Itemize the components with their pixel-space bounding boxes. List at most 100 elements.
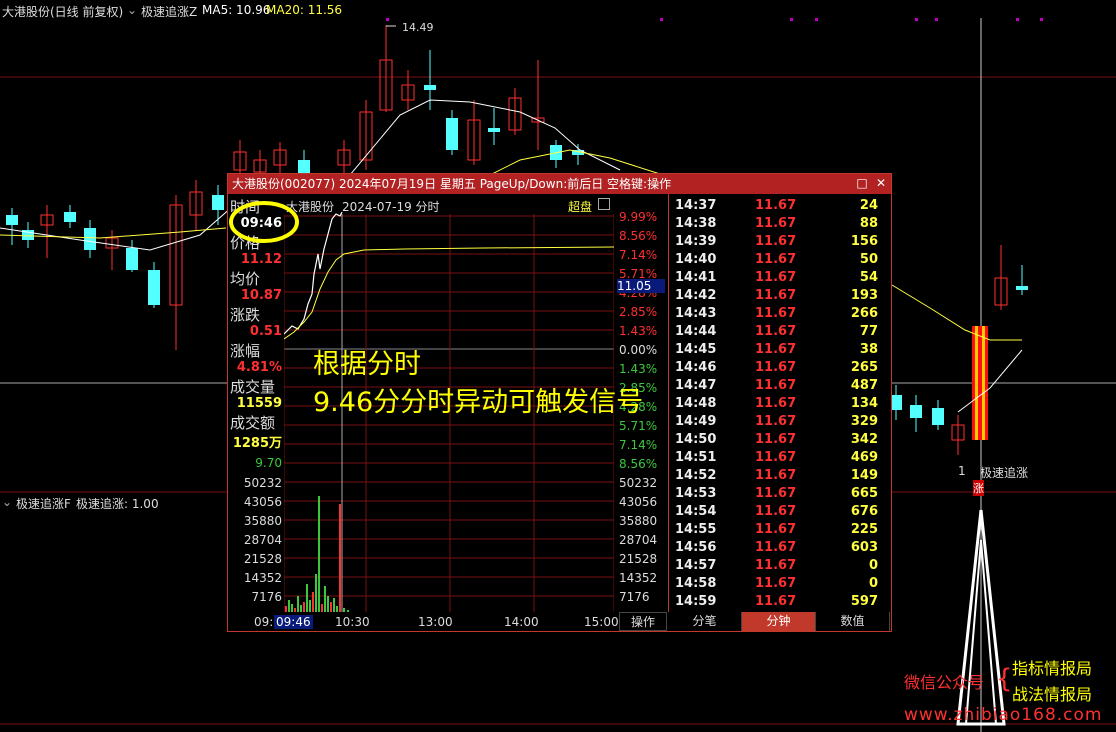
candle-body	[910, 405, 922, 418]
amount-label: 成交额	[230, 414, 276, 432]
signal-prefix: 1	[958, 464, 966, 478]
tick-row[interactable]: 14:56 11.67 603	[669, 540, 892, 558]
tab-shuzhi[interactable]: 数值	[816, 612, 890, 631]
tick-price: 11.67	[755, 288, 797, 303]
tick-price: 11.67	[755, 522, 797, 537]
volume-axis-label: 43056	[619, 495, 658, 509]
tick-time: 14:49	[675, 414, 717, 429]
tick-row[interactable]: 14:57 11.67 0	[669, 558, 892, 576]
tick-time: 14:40	[675, 252, 717, 267]
settings-icon[interactable]	[598, 198, 610, 210]
tick-time: 14:38	[675, 216, 717, 231]
amount-value: 1285万	[232, 436, 282, 451]
tick-row[interactable]: 14:47 11.67 487	[669, 378, 892, 396]
time-axis-label: 13:00	[418, 615, 453, 629]
tick-time: 14:53	[675, 486, 717, 501]
candle-body	[424, 85, 436, 90]
tick-volume: 156	[850, 234, 878, 249]
chart-tag[interactable]: 超盘	[568, 198, 592, 215]
volume-axis-label: 35880	[243, 514, 282, 528]
percent-axis-label: 2.85%	[619, 305, 658, 319]
tick-row[interactable]: 14:41 11.67 54	[669, 270, 892, 288]
tab-fenbi[interactable]: 分笔	[668, 612, 742, 631]
tick-list[interactable]: 14:37 11.67 24 14:38 11.67 88 14:39 11.67 156 14:…	[668, 194, 892, 612]
tick-row[interactable]: 14:54 11.67 676	[669, 504, 892, 522]
tick-time: 14:50	[675, 432, 717, 447]
percent-axis-label: 9.99%	[619, 210, 658, 224]
ma5-value: MA5: 10.96	[202, 3, 271, 17]
tick-price: 11.67	[755, 414, 797, 429]
tick-time: 14:42	[675, 288, 717, 303]
volume-axis-label: 7176	[251, 590, 282, 604]
tick-row[interactable]: 14:44 11.67 77	[669, 324, 892, 342]
tick-volume: 469	[850, 450, 878, 465]
tick-time: 14:47	[675, 378, 717, 393]
sub-indicator-name[interactable]: 极速追涨F	[16, 495, 71, 512]
tick-time: 14:57	[675, 558, 717, 573]
chevron-down-icon[interactable]: ⌄	[2, 495, 12, 509]
tick-price: 11.67	[755, 450, 797, 465]
marker-dot	[915, 18, 918, 21]
tick-tabs[interactable]: 分笔 分钟 数值	[668, 612, 891, 632]
close-icon[interactable]: ✕	[875, 177, 887, 189]
tick-time: 14:48	[675, 396, 717, 411]
crosshair-time-label: 09:46	[274, 615, 313, 629]
tick-row[interactable]: 14:52 11.67 149	[669, 468, 892, 486]
signal-char: 涨	[973, 480, 984, 496]
tick-price: 11.67	[755, 198, 797, 213]
ma5-line	[957, 349, 1023, 413]
tick-price: 11.67	[755, 360, 797, 375]
tick-price: 11.67	[755, 342, 797, 357]
tick-row[interactable]: 14:49 11.67 329	[669, 414, 892, 432]
tick-row[interactable]: 14:37 11.67 24	[669, 198, 892, 216]
tick-row[interactable]: 14:42 11.67 193	[669, 288, 892, 306]
tick-time: 14:46	[675, 360, 717, 375]
candle-body	[446, 118, 458, 150]
tick-volume: 149	[850, 468, 878, 483]
price-marker: 11.05	[617, 279, 665, 293]
tick-row[interactable]: 14:50 11.67 342	[669, 432, 892, 450]
tick-volume: 329	[850, 414, 878, 429]
tick-row[interactable]: 14:40 11.67 50	[669, 252, 892, 270]
percent-axis-label: 7.14%	[619, 248, 658, 262]
tab-fenzhong[interactable]: 分钟	[742, 612, 816, 631]
candle-body	[488, 128, 500, 132]
tick-row[interactable]: 14:55 11.67 225	[669, 522, 892, 540]
chevron-down-icon[interactable]: ⌄	[127, 3, 137, 17]
tick-row[interactable]: 14:45 11.67 38	[669, 342, 892, 360]
pct-label: 涨幅	[230, 342, 261, 360]
tick-row[interactable]: 14:53 11.67 665	[669, 486, 892, 504]
tick-price: 11.67	[755, 576, 797, 591]
volume-label: 成交量	[230, 378, 276, 396]
percent-axis-label: 8.56%	[619, 229, 658, 243]
brand-1: 指标情报局	[1012, 659, 1093, 678]
tick-row[interactable]: 14:46 11.67 265	[669, 360, 892, 378]
tick-price: 11.67	[755, 396, 797, 411]
indicator-name[interactable]: 极速追涨Z	[141, 3, 197, 20]
tick-volume: 54	[859, 270, 878, 285]
high-price-label: 14.49	[402, 21, 434, 34]
candle-body	[64, 212, 76, 222]
tick-row[interactable]: 14:58 11.67 0	[669, 576, 892, 594]
maximize-icon[interactable]: □	[856, 177, 868, 189]
tick-row[interactable]: 14:48 11.67 134	[669, 396, 892, 414]
marker-dot	[935, 18, 938, 21]
tick-row[interactable]: 14:39 11.67 156	[669, 234, 892, 252]
operate-button[interactable]: 操作	[619, 612, 667, 631]
tick-price: 11.67	[755, 468, 797, 483]
tick-volume: 0	[868, 576, 878, 591]
tick-row[interactable]: 14:51 11.67 469	[669, 450, 892, 468]
candle-body	[6, 215, 18, 225]
brace-icon: {	[996, 664, 1013, 694]
tick-row[interactable]: 14:59 11.67 597	[669, 594, 892, 612]
candle-body	[84, 228, 96, 250]
candle-body	[212, 195, 224, 210]
ma20-line	[891, 284, 1022, 341]
popup-header[interactable]: 大港股份(002077) 2024年07月19日 星期五 PageUp/Down…	[228, 174, 891, 194]
tick-row[interactable]: 14:43 11.67 266	[669, 306, 892, 324]
tick-row[interactable]: 14:38 11.67 88	[669, 216, 892, 234]
change-label: 涨跌	[230, 306, 261, 324]
annotation-line2: 9.46分分时异动可触发信号	[313, 387, 644, 418]
tick-volume: 665	[850, 486, 878, 501]
marker-dot	[1040, 18, 1043, 21]
